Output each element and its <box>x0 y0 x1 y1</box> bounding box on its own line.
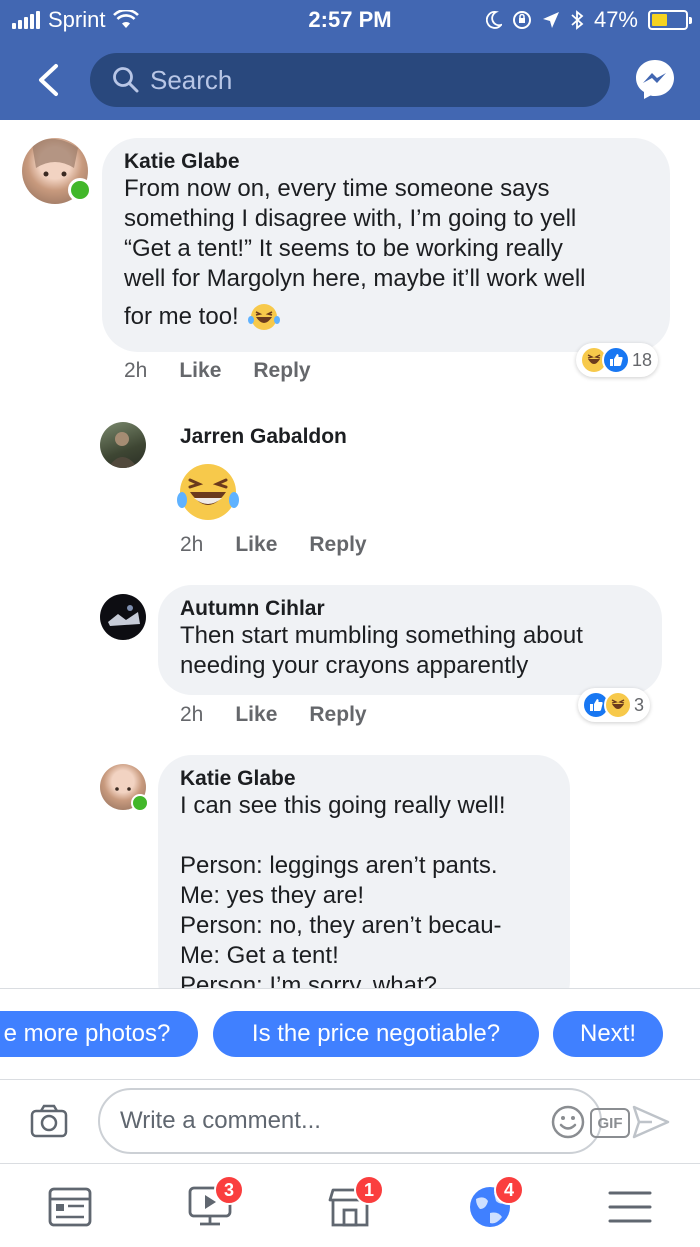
tab-notifications[interactable]: 4 <box>466 1175 524 1231</box>
messenger-icon[interactable] <box>634 58 676 100</box>
quick-replies-bar: e more photos? Is the price negotiable? … <box>0 988 700 1080</box>
like-button[interactable]: Like <box>235 703 277 727</box>
battery-percent: 47% <box>593 7 638 32</box>
comment-bubble[interactable]: Katie Glabe I can see this going really … <box>158 755 570 1015</box>
back-button[interactable] <box>28 58 68 102</box>
notification-badge: 3 <box>214 1175 244 1205</box>
reaction-count: 3 <box>634 694 645 715</box>
reply-button[interactable]: Reply <box>309 703 366 727</box>
search-input[interactable]: Search <box>90 53 610 107</box>
bottom-tab-bar: 3 1 4 <box>0 1165 700 1247</box>
quick-reply-chip[interactable]: e more photos? <box>0 1011 198 1057</box>
comment-actions: 2h Like Reply <box>124 359 311 383</box>
online-indicator <box>68 178 92 202</box>
rotation-lock-icon <box>512 11 531 29</box>
comment-actions: 2h Like Reply <box>180 533 367 557</box>
tab-news-feed[interactable] <box>46 1183 94 1231</box>
comment-bubble[interactable]: Katie Glabe From now on, every time some… <box>102 138 670 352</box>
comment-composer: Write a comment... GIF <box>0 1080 700 1164</box>
like-button[interactable]: Like <box>235 533 277 557</box>
quick-reply-chip[interactable]: Is the price negotiable? <box>213 1011 539 1057</box>
online-indicator <box>131 794 149 812</box>
comment-input[interactable]: Write a comment... GIF <box>98 1088 630 1154</box>
comment-author[interactable]: Autumn Cihlar <box>180 597 640 621</box>
moon-icon <box>485 11 502 29</box>
comment-text: From now on, every time someone says som… <box>124 175 586 330</box>
search-placeholder: Search <box>150 64 233 95</box>
comment-author[interactable]: Katie Glabe <box>124 150 648 174</box>
comment-actions: 2h Like Reply <box>180 703 367 727</box>
comment-time: 2h <box>180 703 204 726</box>
notification-badge: 4 <box>494 1175 524 1205</box>
comment-author[interactable]: Jarren Gabaldon <box>180 425 347 449</box>
top-bar: Sprint 2:57 PM 47% Search <box>0 0 700 120</box>
battery-icon <box>648 10 692 30</box>
bluetooth-icon <box>571 10 584 30</box>
laughing-emoji-icon <box>177 464 239 520</box>
search-icon <box>112 66 140 94</box>
reply-button[interactable]: Reply <box>253 359 310 383</box>
tab-marketplace[interactable]: 1 <box>326 1175 384 1231</box>
like-reaction-icon <box>602 346 630 374</box>
reply-button[interactable]: Reply <box>309 533 366 557</box>
avatar-photo <box>108 605 140 626</box>
comment-author[interactable]: Katie Glabe <box>180 767 548 791</box>
notification-badge: 1 <box>354 1175 384 1205</box>
gif-button[interactable]: GIF <box>590 1108 630 1138</box>
avatar[interactable] <box>100 594 146 640</box>
laughing-emoji-icon <box>247 304 280 330</box>
comment-text: I can see this going really well! Person… <box>180 792 506 999</box>
status-bar: Sprint 2:57 PM 47% <box>0 0 700 40</box>
avatar-photo <box>108 432 138 468</box>
camera-icon[interactable] <box>30 1104 68 1138</box>
tab-menu[interactable] <box>606 1183 654 1231</box>
comment-time: 2h <box>124 359 148 382</box>
news-feed-icon <box>48 1187 92 1227</box>
comment-time: 2h <box>180 533 204 556</box>
tab-watch[interactable]: 3 <box>186 1175 244 1231</box>
location-icon <box>542 12 559 28</box>
like-button[interactable]: Like <box>179 359 221 383</box>
chevron-left-icon <box>39 64 58 96</box>
reaction-count: 18 <box>632 349 653 370</box>
quick-reply-chip[interactable]: Next! <box>553 1011 663 1057</box>
avatar[interactable] <box>100 422 146 468</box>
reactions-summary[interactable]: 3 <box>578 688 651 722</box>
comment-placeholder: Write a comment... <box>120 1107 321 1134</box>
comment-text: Then start mumbling something about need… <box>180 622 583 679</box>
send-icon[interactable] <box>632 1104 670 1140</box>
reactions-summary[interactable]: 18 <box>576 343 659 377</box>
emoji-icon[interactable] <box>550 1104 586 1140</box>
haha-reaction-icon <box>604 691 632 719</box>
menu-icon <box>608 1191 652 1223</box>
comment-bubble[interactable]: Autumn Cihlar Then start mumbling someth… <box>158 585 662 695</box>
